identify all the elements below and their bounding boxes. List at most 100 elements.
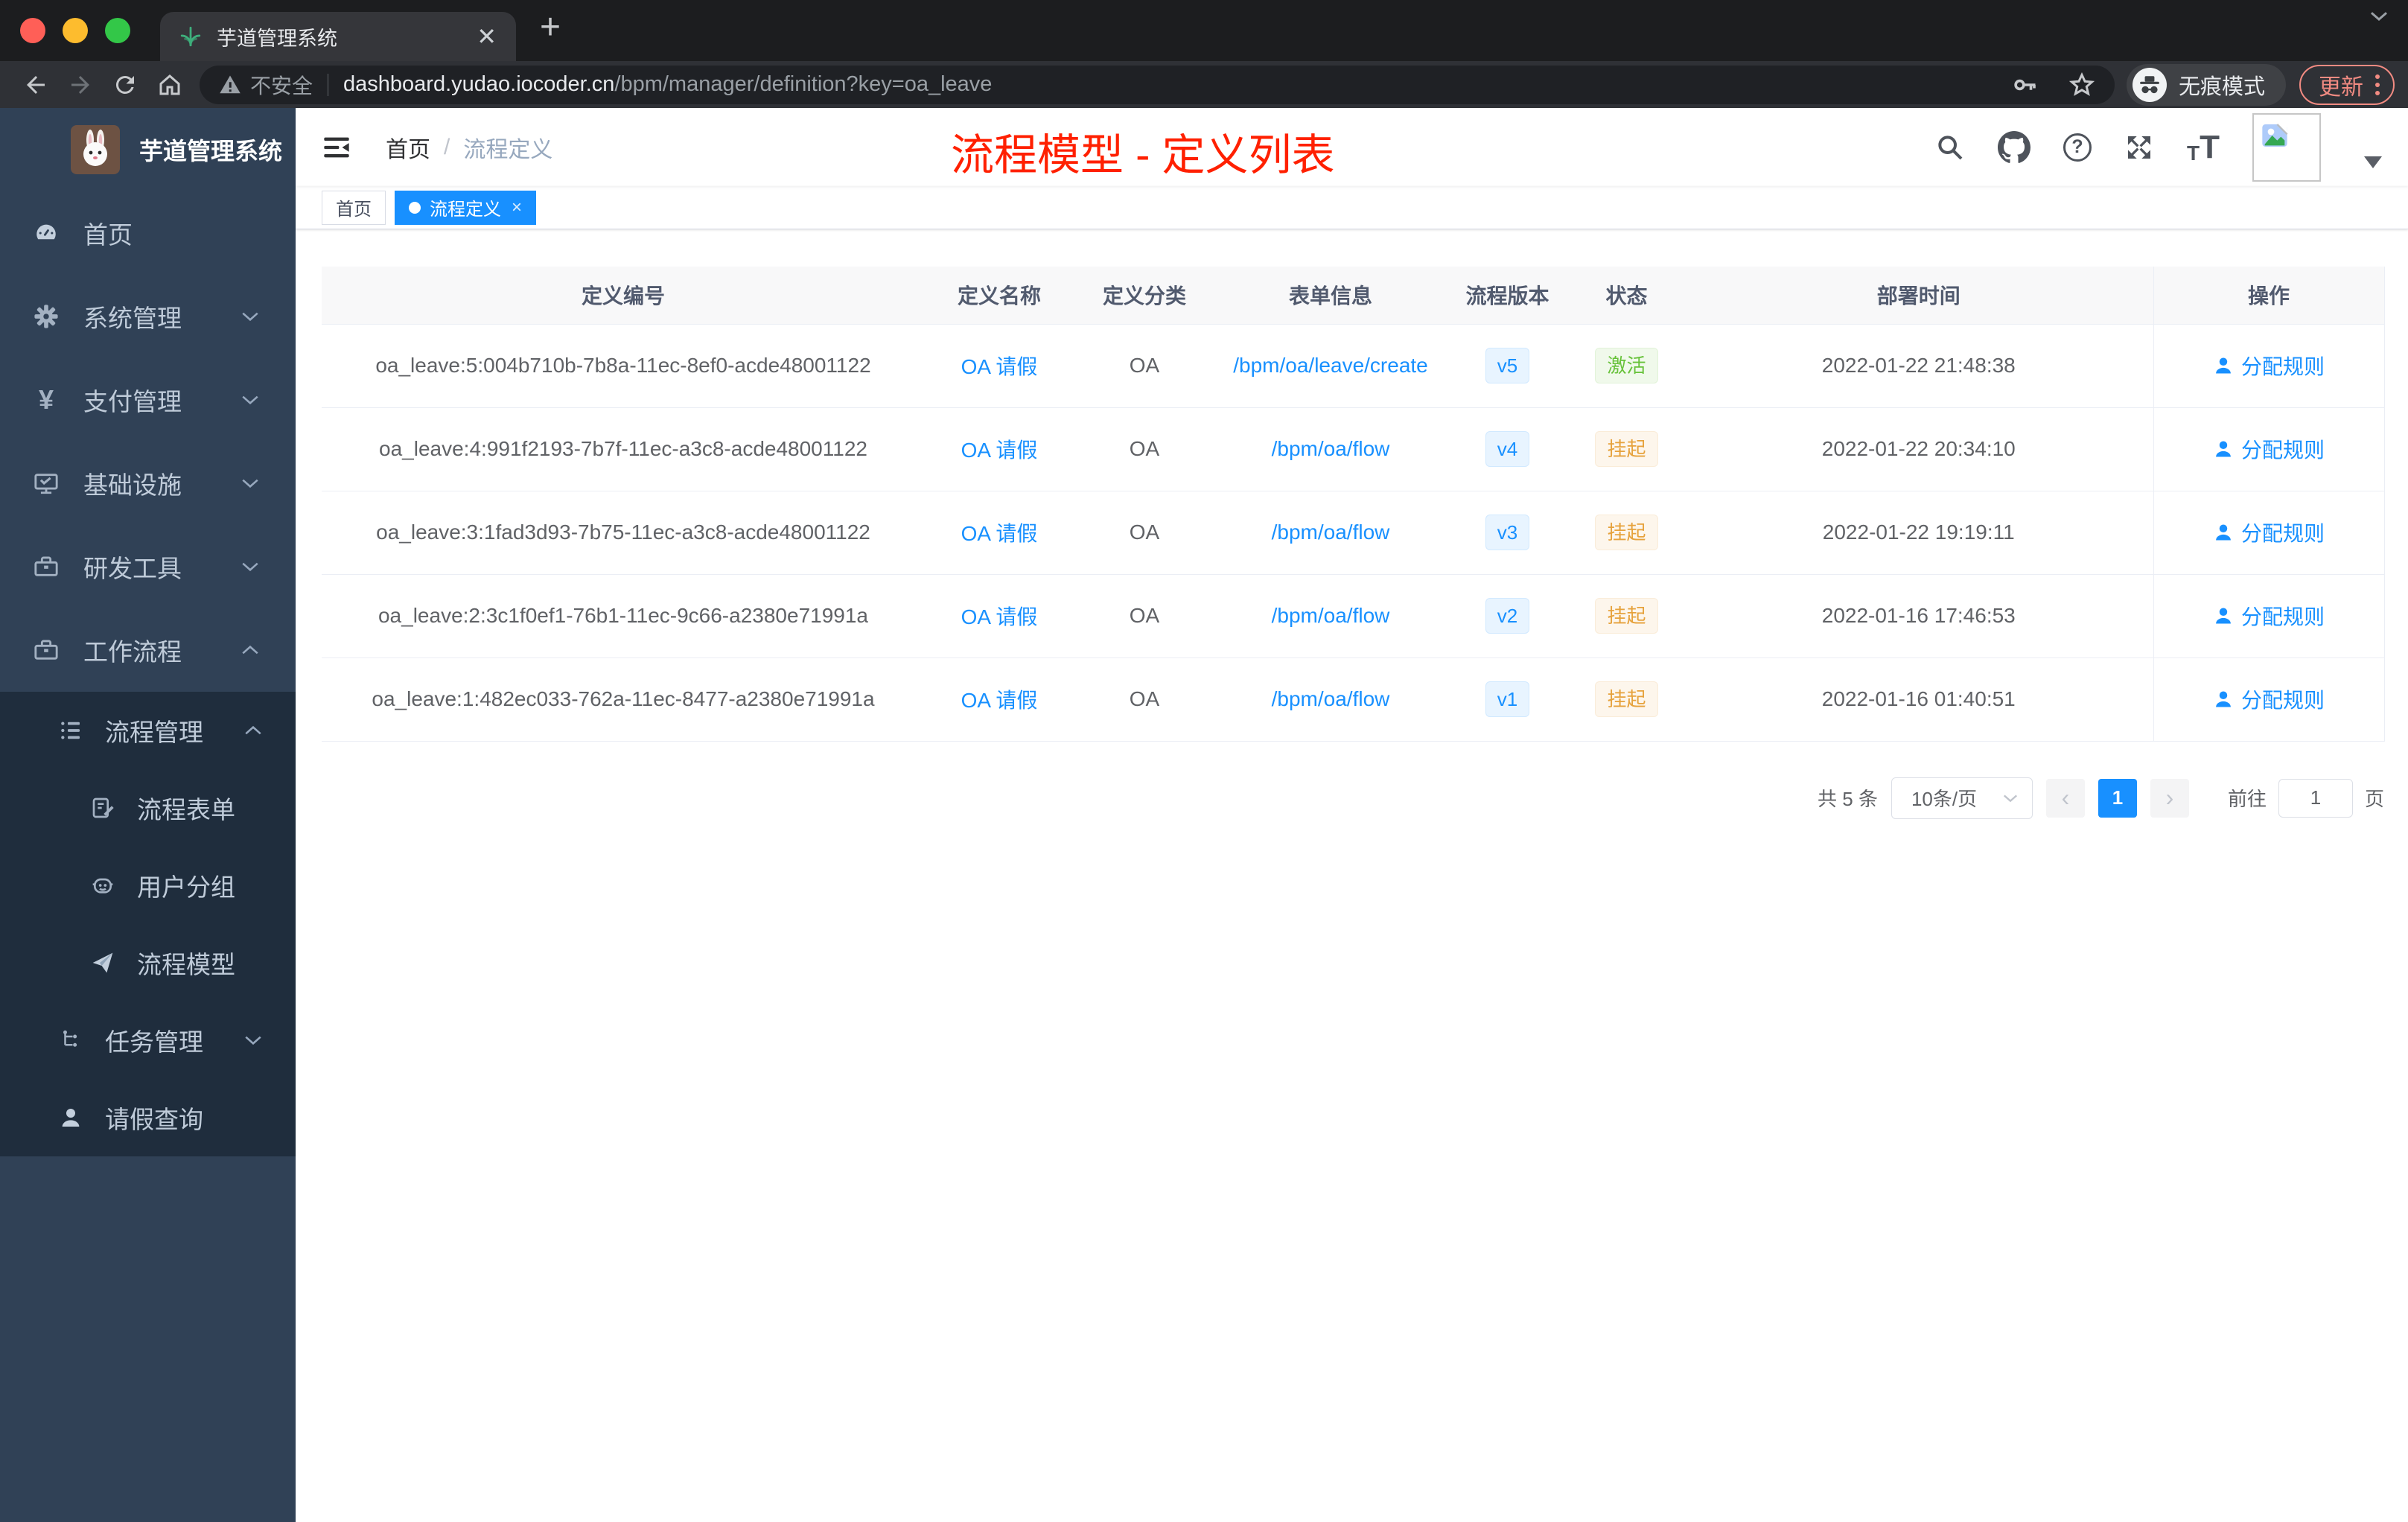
close-window-button[interactable] [20, 18, 45, 43]
col-process-version: 流程版本 [1446, 267, 1569, 325]
definition-name-link[interactable]: OA 请假 [961, 689, 1038, 712]
sidebar-item-process-mgmt[interactable]: 流程管理 [0, 692, 296, 769]
browser-tab[interactable]: 芋道管理系统 ✕ [160, 12, 516, 61]
user-icon [2216, 357, 2231, 373]
table-row: oa_leave:4:991f2193-7b7f-11ec-a3c8-acde4… [322, 407, 2385, 491]
definition-name-link[interactable]: OA 请假 [961, 522, 1038, 545]
user-icon [56, 1106, 86, 1130]
fullscreen-icon[interactable] [2124, 133, 2154, 162]
sidebar-item-process-model[interactable]: 流程模型 [0, 924, 296, 1002]
form-info-link[interactable]: /bpm/oa/flow [1272, 437, 1390, 460]
definition-id: oa_leave:1:482ec033-762a-11ec-8477-a2380… [322, 657, 925, 742]
page-1-button[interactable]: 1 [2098, 778, 2137, 818]
home-icon[interactable] [147, 71, 192, 98]
tab-search-chevron-icon[interactable] [2368, 7, 2390, 24]
definition-name-link[interactable]: OA 请假 [961, 355, 1038, 378]
breadcrumb: 首页 / 流程定义 [386, 131, 552, 164]
user-icon [2216, 608, 2231, 623]
reload-icon[interactable] [103, 71, 147, 98]
col-definition-category: 定义分类 [1074, 267, 1215, 325]
version-badge: v5 [1485, 347, 1530, 384]
sidebar-item-task-mgmt[interactable]: 任务管理 [0, 1002, 296, 1079]
form-info-link[interactable]: /bpm/oa/flow [1272, 604, 1390, 627]
table-row: oa_leave:1:482ec033-762a-11ec-8477-a2380… [322, 657, 2385, 742]
definition-category: OA [1074, 324, 1215, 408]
browser-update-button[interactable]: 更新 [2299, 64, 2395, 105]
sidebar-item-user-group[interactable]: 用户分组 [0, 847, 296, 924]
prev-page-button[interactable]: ‹ [2045, 778, 2085, 818]
tag-process-definition[interactable]: 流程定义 × [395, 190, 537, 225]
definition-id: oa_leave:3:1fad3d93-7b75-11ec-a3c8-acde4… [322, 491, 925, 575]
sidebar-logo[interactable]: 芋道管理系统 [0, 108, 296, 191]
sidebar-item-devtools[interactable]: 研发工具 [0, 525, 296, 608]
page-size-select[interactable]: 10条/页 [1891, 777, 2033, 819]
sidebar-item-workflow[interactable]: 工作流程 [0, 608, 296, 692]
gear-icon [30, 304, 63, 329]
chevron-down-icon [241, 311, 260, 322]
assign-rule-link[interactable]: 分配规则 [2213, 434, 2325, 464]
address-bar[interactable]: 不安全 dashboard.yudao.iocoder.cn/bpm/manag… [200, 65, 2115, 104]
table-header-row: 定义编号 定义名称 定义分类 表单信息 流程版本 状态 部署时间 操作 [322, 267, 2385, 325]
tag-close-icon[interactable]: × [512, 197, 522, 218]
deploy-time: 2022-01-16 17:46:53 [1684, 574, 2153, 658]
assign-rule-link[interactable]: 分配规则 [2213, 601, 2325, 631]
password-key-icon[interactable] [2012, 71, 2039, 98]
annotation-title: 流程模型 - 定义列表 [951, 131, 1335, 179]
tag-home[interactable]: 首页 [322, 190, 386, 225]
form-info-link[interactable]: /bpm/oa/flow [1272, 520, 1390, 544]
breadcrumb-home[interactable]: 首页 [386, 131, 430, 164]
security-label[interactable]: 不安全 [250, 70, 313, 100]
sidebar-item-leave-query[interactable]: 请假查询 [0, 1079, 296, 1156]
tree-icon [56, 1029, 86, 1051]
dashboard-icon [30, 220, 63, 246]
search-icon[interactable] [1935, 133, 1965, 162]
page-unit-label: 页 [2364, 788, 2384, 810]
definition-name-link[interactable]: OA 请假 [961, 605, 1038, 628]
sidebar-item-infra[interactable]: 基础设施 [0, 442, 296, 525]
avatar[interactable] [2252, 112, 2321, 182]
definition-category: OA [1074, 407, 1215, 491]
deploy-time: 2022-01-22 19:19:11 [1684, 491, 2153, 575]
definition-name-link[interactable]: OA 请假 [961, 439, 1038, 462]
maximize-window-button[interactable] [105, 18, 130, 43]
font-size-icon[interactable]: TT [2187, 130, 2220, 164]
active-dot-icon [409, 201, 421, 214]
forward-icon[interactable] [58, 71, 103, 98]
status-badge: 挂起 [1595, 681, 1658, 718]
version-badge: v4 [1485, 430, 1530, 468]
help-icon[interactable]: ? [2063, 133, 2092, 162]
security-warning-icon[interactable] [219, 74, 241, 95]
assign-rule-link[interactable]: 分配规则 [2213, 518, 2325, 547]
minimize-window-button[interactable] [63, 18, 88, 43]
robot-face-icon [88, 873, 118, 897]
bookmark-star-icon[interactable] [2068, 71, 2095, 98]
assign-rule-link[interactable]: 分配规则 [2213, 684, 2325, 714]
form-info-link[interactable]: /bpm/oa/leave/create [1233, 354, 1428, 377]
new-tab-button[interactable]: + [540, 7, 561, 48]
deploy-time: 2022-01-22 21:48:38 [1684, 324, 2153, 408]
tags-view: 首页 流程定义 × [296, 186, 2408, 229]
goto-page-input[interactable] [2278, 778, 2353, 818]
browser-menu-icon[interactable] [2375, 74, 2380, 95]
sidebar-item-home[interactable]: 首页 [0, 191, 296, 275]
sidebar-item-payment[interactable]: ¥ 支付管理 [0, 358, 296, 442]
sidebar-item-system[interactable]: 系统管理 [0, 275, 296, 358]
next-page-button[interactable]: › [2150, 778, 2189, 818]
sidebar-item-process-form[interactable]: 流程表单 [0, 769, 296, 847]
assign-rule-link[interactable]: 分配规则 [2213, 351, 2325, 380]
avatar-dropdown-caret-icon[interactable] [2364, 156, 2382, 168]
version-badge: v1 [1485, 681, 1530, 718]
status-badge: 激活 [1595, 347, 1658, 384]
form-info-link[interactable]: /bpm/oa/flow [1272, 687, 1390, 710]
sidebar-collapse-icon[interactable] [322, 133, 351, 162]
sidebar-item-label: 工作流程 [83, 638, 182, 666]
definition-id: oa_leave:5:004b710b-7b8a-11ec-8ef0-acde4… [322, 324, 925, 408]
back-icon[interactable] [13, 71, 58, 98]
url-text[interactable]: dashboard.yudao.iocoder.cn/bpm/manager/d… [343, 72, 992, 97]
definition-table: 定义编号 定义名称 定义分类 表单信息 流程版本 状态 部署时间 操作 oa_l… [322, 267, 2385, 742]
col-actions: 操作 [2153, 267, 2385, 325]
table-row: oa_leave:2:3c1f0ef1-76b1-11ec-9c66-a2380… [322, 574, 2385, 658]
chevron-down-icon [241, 561, 260, 573]
github-icon[interactable] [1998, 130, 2030, 164]
tab-close-icon[interactable]: ✕ [477, 25, 497, 48]
